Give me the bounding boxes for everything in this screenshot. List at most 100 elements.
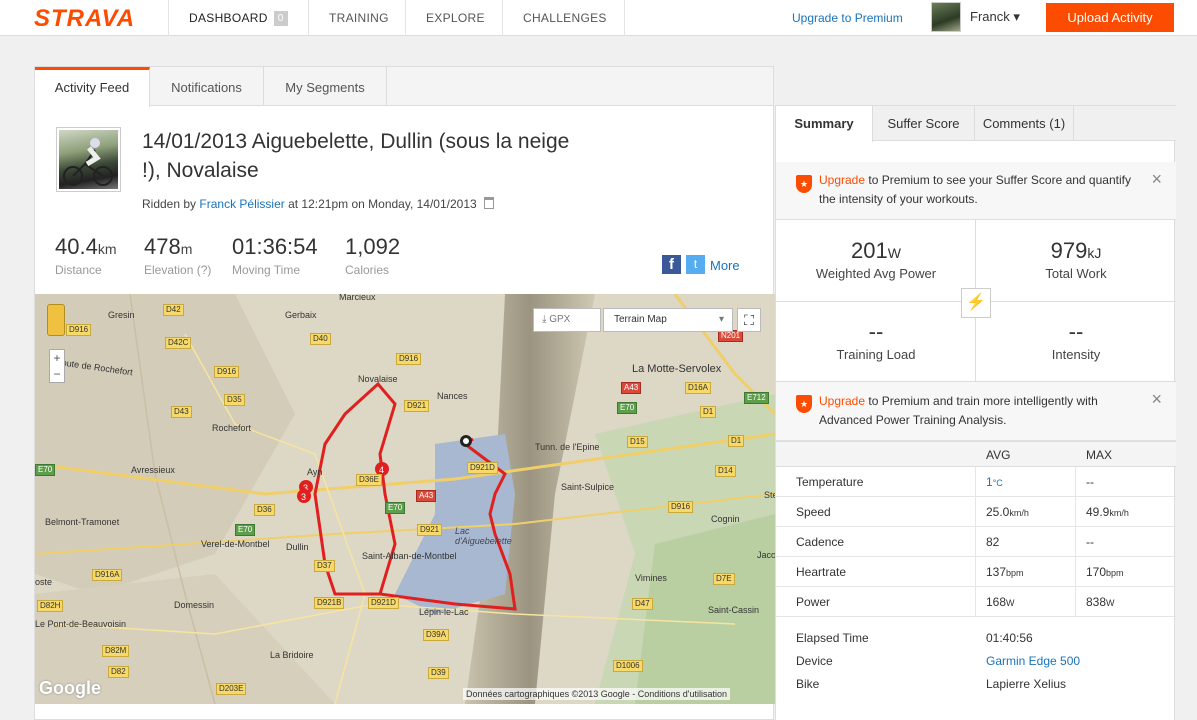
nav-training[interactable]: TRAINING xyxy=(308,0,405,36)
nav-dashboard[interactable]: DASHBOARD 0 xyxy=(168,0,308,36)
stat-elevation: 478m Elevation (?) xyxy=(144,234,211,277)
road-badge: D82H xyxy=(37,600,64,612)
detail-row: Device Garmin Edge 500 xyxy=(776,652,1176,674)
activity-card: Activity Feed Notifications My Segments … xyxy=(34,66,775,720)
calories-value: 1,092 xyxy=(345,234,401,259)
feed-tabs: Activity Feed Notifications My Segments xyxy=(35,67,773,107)
place-label: Nances xyxy=(437,391,468,401)
power-value: 201 xyxy=(851,238,888,263)
avg-header: AVG xyxy=(986,448,1011,462)
tab-comments[interactable]: Comments (1) xyxy=(975,106,1074,141)
work-label: Total Work xyxy=(1045,266,1107,281)
road-badge: E70 xyxy=(617,402,638,414)
max-unit: km/h xyxy=(1109,508,1129,518)
map-type-select[interactable]: Terrain Map ▾ xyxy=(603,308,733,332)
moving-time-label: Moving Time xyxy=(232,263,301,277)
close-icon[interactable]: × xyxy=(1151,170,1162,189)
upgrade-premium-link[interactable]: Upgrade to Premium xyxy=(792,11,903,25)
tab-my-segments[interactable]: My Segments xyxy=(264,67,387,106)
place-label: Rochefort xyxy=(212,423,252,433)
zoom-control[interactable]: + − xyxy=(49,349,65,383)
upgrade-promo-power: ★ Upgrade to Premium and train more inte… xyxy=(776,382,1176,441)
detail-row: Elapsed Time 01:40:56 xyxy=(776,629,1176,651)
svg-text:3: 3 xyxy=(301,492,306,502)
road-badge: D1 xyxy=(700,406,717,418)
zoom-out-button[interactable]: − xyxy=(50,366,64,382)
upgrade-link[interactable]: Upgrade xyxy=(819,173,865,187)
google-logo: Google xyxy=(39,678,101,698)
tab-activity-feed[interactable]: Activity Feed xyxy=(35,67,150,107)
lightning-icon: ⚡ xyxy=(961,288,991,318)
premium-shield-icon: ★ xyxy=(796,175,812,193)
athlete-link[interactable]: Franck Pélissier xyxy=(199,197,284,211)
nav-challenges[interactable]: CHALLENGES xyxy=(502,0,625,36)
road-badge: D921D xyxy=(467,462,498,474)
map-type-value: Terrain Map xyxy=(614,314,667,325)
athlete-photo[interactable] xyxy=(56,127,121,192)
row-avg: 82 xyxy=(986,535,999,549)
stat-distance: 40.4km Distance xyxy=(55,234,117,277)
device-link[interactable]: Garmin Edge 500 xyxy=(986,654,1080,668)
max-value: 838 xyxy=(1086,595,1107,609)
road-badge: D82M xyxy=(102,645,130,657)
upgrade-link[interactable]: Upgrade xyxy=(819,394,865,408)
elevation-label[interactable]: Elevation (?) xyxy=(144,263,211,277)
road-badge: E70 xyxy=(235,524,256,536)
avg-value: 82 xyxy=(986,535,1000,549)
road-badge: D36 xyxy=(254,504,275,516)
detail-label: Elapsed Time xyxy=(796,631,869,645)
calendar-icon[interactable] xyxy=(484,197,495,209)
place-label: La Bridoire xyxy=(270,650,314,660)
row-max: -- xyxy=(1086,475,1094,489)
place-label: Gerbaix xyxy=(285,310,317,320)
strava-logo[interactable]: STRAVA xyxy=(34,5,135,33)
row-label: Speed xyxy=(796,505,831,519)
athlete-photo-image xyxy=(59,130,118,189)
place-label: Cognin xyxy=(711,514,740,524)
twitter-icon[interactable]: t xyxy=(686,255,705,274)
road-badge: D15 xyxy=(627,436,648,448)
max-value: 170 xyxy=(1086,565,1107,579)
distance-value: 40.4 xyxy=(55,234,98,259)
ridden-suffix: at 12:21pm on Monday, 14/01/2013 xyxy=(288,197,477,211)
road-badge: D916 xyxy=(396,353,422,365)
place-label: Belmont-Tramonet xyxy=(45,517,120,527)
share-more-link[interactable]: More xyxy=(710,258,740,273)
place-label: Le Pont-de-Beauvoisin xyxy=(35,619,127,629)
user-menu[interactable]: Franck ▾ xyxy=(970,9,1020,25)
avg-value: 1 xyxy=(986,475,993,489)
zoom-in-button[interactable]: + xyxy=(50,350,64,366)
road-badge: D916 xyxy=(668,501,694,513)
fullscreen-icon[interactable]: ⛶ xyxy=(737,308,761,332)
stat-calories: 1,092 Calories xyxy=(345,234,400,277)
calories-label: Calories xyxy=(345,263,390,277)
route-map[interactable]: 4 3 3 Marcieux Gresin Gerbaix Novalaise … xyxy=(35,294,775,704)
road-badge: D921 xyxy=(417,524,443,536)
upload-activity-button[interactable]: Upload Activity xyxy=(1046,3,1174,32)
tab-notifications[interactable]: Notifications xyxy=(150,67,264,106)
premium-shield-icon: ★ xyxy=(796,395,812,413)
tab-suffer-score[interactable]: Suffer Score xyxy=(873,106,975,141)
elevation-unit: m xyxy=(180,241,193,257)
nav-explore[interactable]: EXPLORE xyxy=(405,0,502,36)
stats-table-header: AVG MAX xyxy=(776,441,1176,467)
place-label: Vimines xyxy=(635,573,667,583)
cyclist-icon xyxy=(63,138,113,186)
tab-summary[interactable]: Summary xyxy=(776,106,873,142)
table-row: Cadence 82 -- xyxy=(776,527,1176,557)
road-badge: D82 xyxy=(108,666,129,678)
facebook-icon[interactable]: f xyxy=(662,255,681,274)
road-badge: D40 xyxy=(310,333,331,345)
work-unit: kJ xyxy=(1087,245,1102,261)
close-icon[interactable]: × xyxy=(1151,390,1162,409)
avg-value: 137 xyxy=(986,565,1007,579)
place-label: Lépin-le-Lac xyxy=(419,607,469,617)
user-avatar[interactable] xyxy=(931,2,961,32)
map-copyright[interactable]: Données cartographiques ©2013 Google - C… xyxy=(463,688,731,700)
gpx-download-button[interactable]: ⤓ GPX xyxy=(533,308,601,332)
road-badge: D43 xyxy=(171,406,192,418)
road-badge: A43 xyxy=(416,490,437,502)
training-load-label: Training Load xyxy=(836,347,916,362)
street-view-pegman-icon[interactable] xyxy=(47,304,65,336)
road-badge: D1006 xyxy=(613,660,643,672)
